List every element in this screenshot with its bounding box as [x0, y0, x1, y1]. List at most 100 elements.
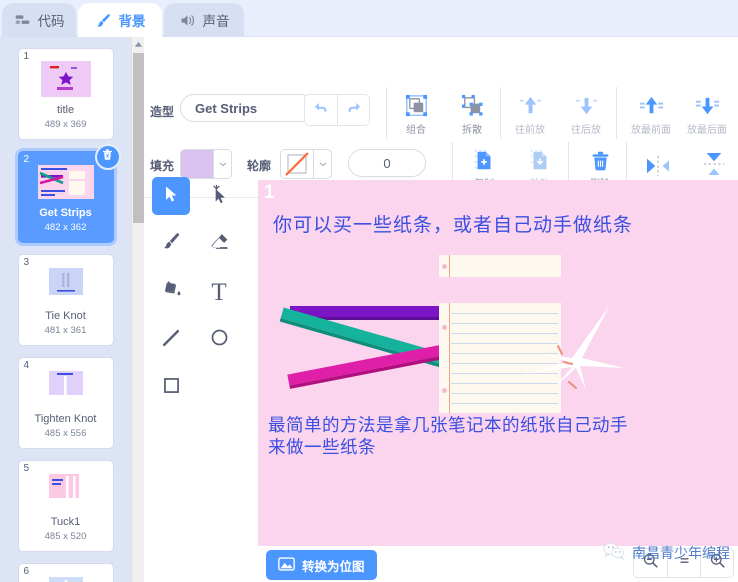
- drawing-canvas[interactable]: 1 你可以买一些纸条，或者自己动手做纸条 最简单的方法是拿几张笔记本的纸张自己动…: [258, 180, 738, 546]
- backdrop-list[interactable]: 1 title 489 x 369 2 Get Strips 482 x 362…: [0, 37, 131, 582]
- delete-icon: [574, 145, 626, 173]
- paintbrush-icon: [161, 231, 182, 257]
- tab-backdrops-label: 背景: [118, 14, 146, 29]
- list-item[interactable]: 5 Tuck1 485 x 520: [17, 460, 114, 552]
- canvas-body-text[interactable]: 最简单的方法是拿几张笔记本的纸张自己动手 来做一些纸条: [268, 415, 728, 459]
- zoom-controls: [633, 548, 734, 578]
- outline-color-swatch[interactable]: [280, 149, 332, 179]
- fill-color-swatch[interactable]: [180, 149, 232, 179]
- item-name: Tie Knot: [45, 310, 86, 322]
- back-label: 放最后面: [687, 125, 727, 136]
- brush-tool[interactable]: [152, 225, 190, 263]
- chevron-down-icon: [213, 150, 231, 178]
- flip-horizontal-button[interactable]: [632, 149, 684, 177]
- item-name: title: [56, 104, 75, 116]
- convert-to-bitmap-button[interactable]: 转换为位图: [266, 550, 377, 580]
- paper-hole: [442, 325, 447, 330]
- undo-icon: [312, 99, 330, 122]
- paint-bucket-icon: [161, 279, 182, 305]
- list-item[interactable]: 3 Tie Knot 481 x 361: [17, 254, 114, 346]
- fill-tool[interactable]: [152, 273, 190, 311]
- sidebar-scrollbar[interactable]: [131, 37, 144, 582]
- speaker-icon: [179, 12, 196, 29]
- zoom-reset-button[interactable]: [667, 549, 700, 577]
- redo-icon: [345, 99, 363, 122]
- circle-tool[interactable]: [200, 321, 238, 359]
- forward-label: 往前放: [515, 125, 545, 136]
- rectangle-icon: [161, 375, 182, 401]
- select-tool[interactable]: [152, 177, 190, 215]
- list-item[interactable]: 1 title 489 x 369: [17, 48, 114, 140]
- stroke-width-input[interactable]: [348, 149, 426, 177]
- tab-backdrops[interactable]: 背景: [78, 3, 162, 37]
- item-size: 482 x 362: [44, 222, 87, 233]
- thumbnail-preview: [35, 265, 97, 305]
- canvas-heading-text[interactable]: 你可以买一些纸条，或者自己动手做纸条: [273, 210, 633, 237]
- text-icon: T: [211, 278, 227, 306]
- front-label: 放最前面: [631, 125, 671, 136]
- tab-code[interactable]: 代码: [2, 3, 76, 37]
- list-item[interactable]: 4 Tighten Knot 485 x 556: [17, 357, 114, 449]
- thumbnail-preview: [35, 162, 97, 202]
- fill-label: 填充: [150, 159, 175, 173]
- backward-button[interactable]: 往后放: [560, 91, 612, 136]
- paper-margin-line: [449, 303, 450, 413]
- paper-hole: [442, 264, 447, 269]
- scrollbar-thumb[interactable]: [133, 53, 144, 223]
- item-name: Get Strips: [39, 207, 92, 219]
- list-item[interactable]: 6: [17, 563, 114, 582]
- scissors-shape[interactable]: [514, 304, 644, 414]
- undo-button[interactable]: [305, 95, 337, 125]
- group-label: 组合: [406, 125, 426, 136]
- zoom-out-button[interactable]: [634, 549, 667, 577]
- group-button[interactable]: 组合: [390, 91, 442, 136]
- item-name: Tighten Knot: [34, 413, 97, 425]
- zoom-in-button[interactable]: [700, 549, 733, 577]
- divider: [616, 87, 617, 139]
- rect-tool[interactable]: [152, 369, 190, 407]
- bring-to-front-button[interactable]: 放最前面: [622, 91, 680, 136]
- group-icon: [390, 91, 442, 119]
- zoom-in-icon: [709, 552, 726, 574]
- zoom-out-icon: [642, 552, 659, 574]
- paper-slip[interactable]: [439, 255, 561, 277]
- outline-label: 轮廓: [247, 159, 272, 173]
- divider: [386, 87, 387, 139]
- ungroup-label: 拆散: [462, 125, 482, 136]
- circle-icon: [209, 327, 230, 353]
- backward-label: 往后放: [571, 125, 601, 136]
- item-size: 489 x 369: [44, 119, 87, 130]
- item-number: 1: [23, 51, 30, 62]
- ungroup-button[interactable]: 拆散: [446, 91, 498, 136]
- scroll-up-button[interactable]: [132, 37, 145, 51]
- paint-editor: 造型 Get Strips 组合 拆散 往前放 往后放 放最前面 放最后面 填充…: [132, 37, 738, 582]
- paintbrush-icon: [95, 12, 112, 29]
- item-size: 481 x 361: [44, 325, 87, 336]
- thumbnail-preview: [35, 574, 97, 582]
- undo-redo-group: [304, 94, 370, 126]
- zoom-reset-icon: [676, 552, 693, 574]
- slide-number: 1: [264, 182, 275, 203]
- trash-icon: [100, 147, 115, 167]
- eraser-tool[interactable]: [200, 225, 238, 263]
- send-to-back-button[interactable]: 放最后面: [678, 91, 736, 136]
- flip-vertical-button[interactable]: [688, 149, 738, 177]
- paint-editor-window: 代码 背景 声音 1 title 489 x 369 2 Get Strips …: [0, 0, 738, 582]
- tab-code-label: 代码: [37, 14, 65, 29]
- forward-button[interactable]: 往前放: [504, 91, 556, 136]
- line-tool[interactable]: [152, 321, 190, 359]
- reshape-tool[interactable]: [200, 177, 238, 215]
- back-icon: [678, 91, 736, 119]
- costume-name-input[interactable]: [180, 94, 315, 122]
- item-number: 3: [23, 257, 30, 268]
- thumbnail-preview: [35, 471, 97, 511]
- text-tool[interactable]: T: [200, 273, 238, 311]
- eraser-icon: [209, 231, 230, 257]
- list-item[interactable]: 2 Get Strips 482 x 362: [17, 144, 121, 243]
- item-name: Tuck1: [50, 516, 81, 528]
- redo-button[interactable]: [337, 95, 369, 125]
- forward-icon: [504, 91, 556, 119]
- item-size: 485 x 520: [44, 531, 87, 542]
- delete-backdrop-button[interactable]: [94, 144, 121, 170]
- tab-sounds[interactable]: 声音: [164, 3, 244, 37]
